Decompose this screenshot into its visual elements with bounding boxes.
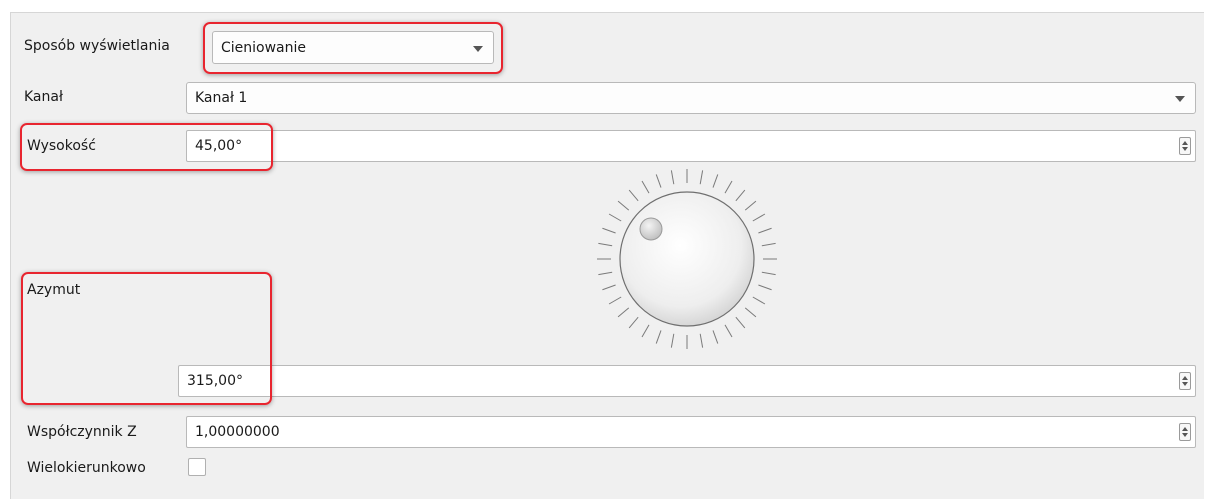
- chevron-down-icon: [1175, 96, 1185, 102]
- multidirectional-label: Wielokierunkowo: [27, 460, 146, 476]
- dial-tick: [655, 330, 662, 344]
- dial-tick: [712, 174, 719, 188]
- azimuth-dial[interactable]: [588, 169, 788, 370]
- chevron-down-icon: [473, 45, 483, 52]
- dial-tick: [735, 189, 746, 202]
- dial-tick: [761, 271, 776, 276]
- dial-tick: [598, 271, 613, 276]
- dial-tick: [655, 174, 662, 188]
- dial-tick: [724, 324, 733, 338]
- altitude-label: Wysokość: [27, 138, 96, 154]
- channel-value: Kanał 1: [195, 90, 248, 106]
- dial-tick: [758, 227, 772, 234]
- dial-tick: [608, 213, 622, 222]
- z-factor-spinbox[interactable]: 1,00000000: [186, 416, 1196, 448]
- dial-tick: [602, 284, 616, 291]
- dial-tick: [752, 296, 766, 305]
- channel-dropdown[interactable]: Kanał 1: [186, 82, 1196, 114]
- spin-arrows-icon[interactable]: [1179, 423, 1191, 441]
- dial-tick: [744, 307, 757, 318]
- dial-tick: [735, 316, 746, 329]
- dial-tick: [758, 284, 772, 291]
- dial-knob[interactable]: [619, 191, 755, 327]
- channel-label: Kanał: [24, 89, 63, 105]
- display-mode-dropdown[interactable]: Cieniowanie: [212, 31, 494, 64]
- dial-tick: [699, 170, 704, 185]
- dial-tick: [670, 170, 675, 185]
- azimuth-label: Azymut: [27, 282, 81, 298]
- dial-tick: [617, 307, 630, 318]
- azimuth-spinbox[interactable]: 315,00°: [178, 365, 1196, 397]
- dial-tick: [761, 242, 776, 247]
- z-factor-label: Współczynnik Z: [27, 424, 137, 440]
- z-factor-value: 1,00000000: [195, 424, 280, 440]
- dial-tick: [628, 316, 639, 329]
- display-mode-value: Cieniowanie: [221, 39, 307, 56]
- multidirectional-checkbox[interactable]: [188, 458, 206, 476]
- spin-arrows-icon[interactable]: [1179, 372, 1191, 390]
- dial-position-dot: [639, 217, 663, 241]
- azimuth-value: 315,00°: [187, 373, 243, 389]
- altitude-spinbox[interactable]: 45,00°: [186, 130, 1196, 162]
- dial-tick: [608, 296, 622, 305]
- dial-tick: [670, 333, 675, 348]
- display-mode-label: Sposób wyświetlania: [24, 38, 170, 54]
- dial-tick: [628, 189, 639, 202]
- dial-tick: [724, 180, 733, 194]
- dial-tick: [617, 200, 630, 211]
- dial-tick: [641, 324, 650, 338]
- dial-tick: [641, 180, 650, 194]
- dial-tick: [744, 200, 757, 211]
- spin-arrows-icon[interactable]: [1179, 137, 1191, 155]
- dial-tick: [598, 242, 613, 247]
- dial-tick: [699, 333, 704, 348]
- dial-tick: [712, 330, 719, 344]
- altitude-value: 45,00°: [195, 138, 243, 154]
- dial-tick: [602, 227, 616, 234]
- dial-tick: [752, 213, 766, 222]
